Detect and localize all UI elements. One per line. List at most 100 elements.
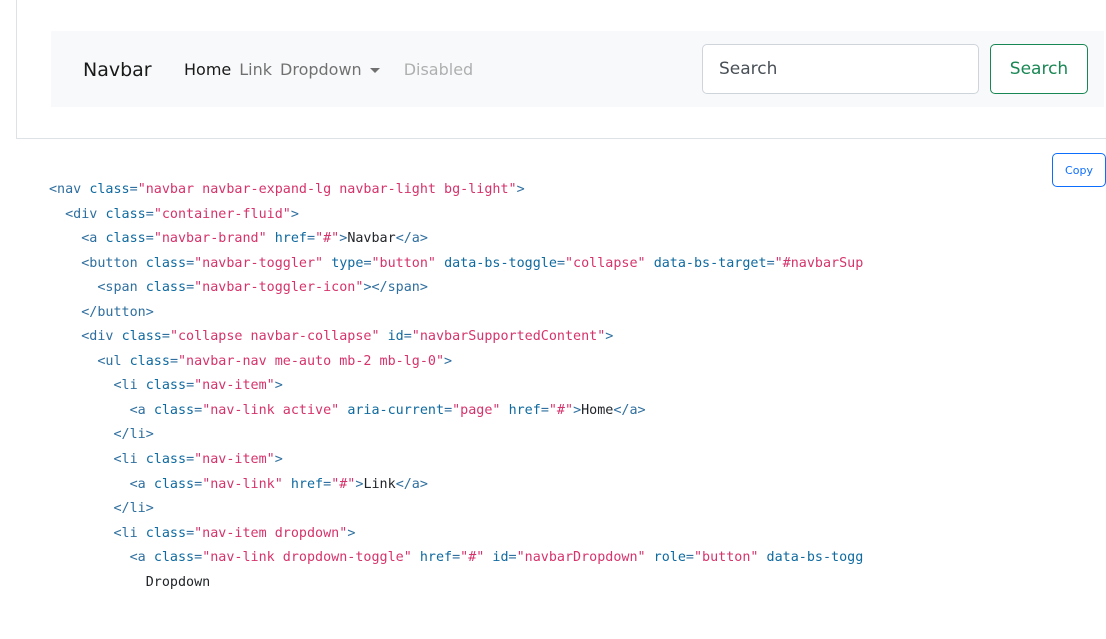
code-token: "page" (452, 402, 509, 418)
code-token: </a> (395, 476, 428, 492)
code-token: "button" (693, 550, 767, 566)
code-token: </a> (395, 231, 428, 247)
code-token: = (186, 525, 195, 541)
code-token: > (516, 182, 525, 197)
nav-link-dropdown[interactable]: Dropdown (280, 59, 380, 81)
code-token: = (685, 550, 694, 566)
code-token: = (145, 206, 154, 222)
code-line: </button> (49, 301, 1106, 326)
code-token: "collapse" (565, 255, 654, 271)
code-token: = (129, 182, 138, 197)
code-line: <span class="navbar-toggler-icon"></span… (49, 276, 1106, 301)
code-token: "navbarSupportedContent" (411, 329, 606, 345)
code-token: class (145, 255, 187, 271)
code-token: <nav (49, 182, 90, 197)
code-token: class (145, 452, 187, 468)
code-token: Home (581, 402, 614, 418)
code-token: class (105, 206, 146, 222)
code-token: <li (49, 452, 146, 468)
code-token: <span (49, 280, 146, 296)
code-token: > (274, 452, 283, 468)
code-token: = (161, 329, 170, 345)
code-token: > (274, 378, 283, 394)
code-token: = (556, 255, 565, 271)
code-token: "nav-link dropdown-toggle" (202, 550, 420, 566)
code-token: = (169, 353, 178, 369)
navbar-brand[interactable]: Navbar (83, 58, 152, 82)
nav-link-link[interactable]: Link (239, 59, 272, 81)
code-token: class (145, 525, 187, 541)
code-token: = (145, 231, 154, 247)
code-line: <li class="nav-item"> (49, 448, 1106, 473)
code-token: <li (49, 525, 146, 541)
code-token: aria-current (347, 402, 445, 418)
search-input[interactable] (702, 44, 979, 94)
code-line: <button class="navbar-toggler" type="but… (49, 252, 1106, 277)
code-token: > (347, 525, 356, 541)
code-token: <div (49, 206, 106, 222)
code-line: <nav class="navbar navbar-expand-lg navb… (49, 178, 1106, 203)
code-token: "#" (331, 476, 356, 492)
code-line: <li class="nav-item"> (49, 374, 1106, 399)
search-button[interactable]: Search (990, 44, 1088, 94)
navbar: Navbar Home Link Dropdown Disabled Searc… (51, 31, 1104, 107)
code-token: = (194, 550, 203, 566)
nav-link-home[interactable]: Home (184, 59, 231, 81)
code-token: href (419, 550, 453, 566)
code-token: ></span> (363, 280, 428, 296)
code-token: "navbar navbar-expand-lg navbar-light bg… (137, 182, 517, 197)
code-token: class (121, 329, 162, 345)
code-token: = (323, 476, 332, 492)
code-token: <a (49, 402, 154, 418)
code-token: role (653, 550, 686, 566)
code-token: "navbar-nav me-auto mb-2 mb-lg-0" (178, 353, 445, 369)
code-token: "button" (371, 255, 445, 271)
code-token: Dropdown (49, 574, 211, 590)
example-preview: Navbar Home Link Dropdown Disabled Searc… (16, 0, 1106, 139)
nav-links: Home Link Dropdown Disabled (184, 59, 481, 81)
code-token: "collapse navbar-collapse" (169, 329, 388, 345)
code-token: "navbar-toggler" (194, 255, 332, 271)
code-token: data-bs-togg (766, 550, 864, 566)
code-token: <div (49, 329, 122, 345)
code-line: <a class="nav-link dropdown-toggle" href… (49, 546, 1106, 571)
code-token: = (307, 231, 316, 247)
code-token: class (145, 378, 187, 394)
code-token: "nav-link active" (202, 402, 348, 418)
code-token: <a (49, 550, 154, 566)
code-token: "nav-item" (194, 452, 275, 468)
code-token: = (363, 255, 372, 271)
code-line: </li> (49, 423, 1106, 448)
code-token: </li> (49, 501, 154, 517)
code-token: "navbar-toggler-icon" (194, 280, 364, 296)
code-line: <a class="nav-link" href="#">Link</a> (49, 473, 1106, 498)
code-token: = (186, 452, 195, 468)
code-token: "nav-item dropdown" (194, 525, 348, 541)
code-line: <li class="nav-item dropdown"> (49, 522, 1106, 547)
code-token: href (274, 231, 307, 247)
code-token: "#" (315, 231, 340, 247)
nav-link-dropdown-label: Dropdown (280, 60, 362, 79)
code-token: <ul (49, 353, 130, 369)
code-token: "navbar-brand" (153, 231, 275, 247)
code-token: = (186, 255, 195, 271)
code-token: "container-fluid" (153, 206, 291, 222)
code-token: <li (49, 378, 146, 394)
code-token: id (387, 329, 404, 345)
code-token: > (605, 329, 614, 345)
code-token: data-bs-target (653, 255, 767, 271)
code-line: <a class="navbar-brand" href="#">Navbar<… (49, 227, 1106, 252)
code-token: type (331, 255, 364, 271)
code-token: id (492, 550, 509, 566)
code-token: <a (49, 476, 154, 492)
code-token: > (573, 402, 582, 418)
code-token: = (766, 255, 775, 271)
code-token: "navbarDropdown" (516, 550, 654, 566)
code-token: "nav-link" (202, 476, 291, 492)
code-token: <button (49, 255, 146, 271)
code-token: > (290, 206, 299, 222)
code-token: </button> (49, 304, 154, 320)
nav-link-disabled: Disabled (403, 60, 474, 79)
code-token: class (153, 476, 195, 492)
code-token: = (194, 402, 203, 418)
